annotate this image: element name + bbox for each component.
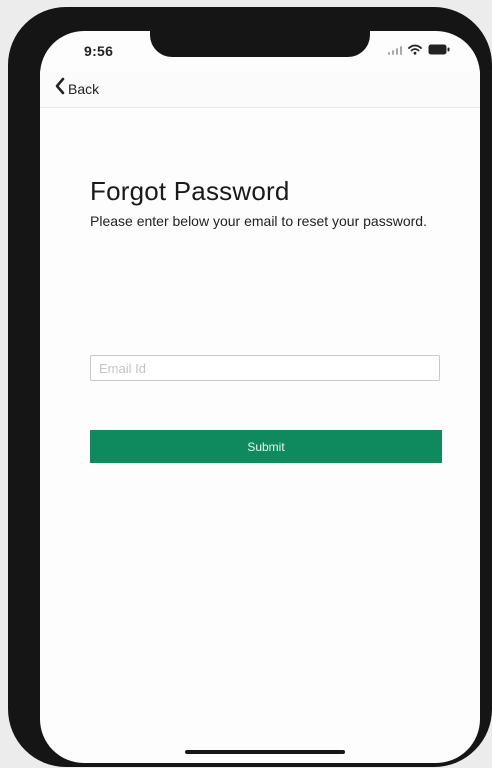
wifi-icon <box>408 44 422 55</box>
submit-button[interactable]: Submit <box>90 430 442 463</box>
back-label: Back <box>68 80 100 97</box>
device-frame: 9:56 Back Forgot Password Please enter b… <box>8 7 492 767</box>
app-screen: 9:56 Back Forgot Password Please enter b… <box>40 31 480 763</box>
email-field[interactable] <box>90 355 440 381</box>
status-time: 9:56 <box>84 43 114 59</box>
battery-icon <box>428 44 450 55</box>
navigation-bar: Back <box>40 71 480 108</box>
stage: 9:56 Back Forgot Password Please enter b… <box>0 0 492 768</box>
home-indicator[interactable] <box>185 750 345 754</box>
page-title: Forgot Password <box>90 176 290 206</box>
page-subtitle: Please enter below your email to reset y… <box>90 213 427 229</box>
status-icons <box>388 44 450 55</box>
main-content: Forgot Password Please enter below your … <box>40 107 480 763</box>
device-notch <box>150 31 370 57</box>
chevron-left-icon <box>54 77 66 100</box>
signal-icon <box>388 45 402 55</box>
back-button[interactable]: Back <box>54 77 99 100</box>
